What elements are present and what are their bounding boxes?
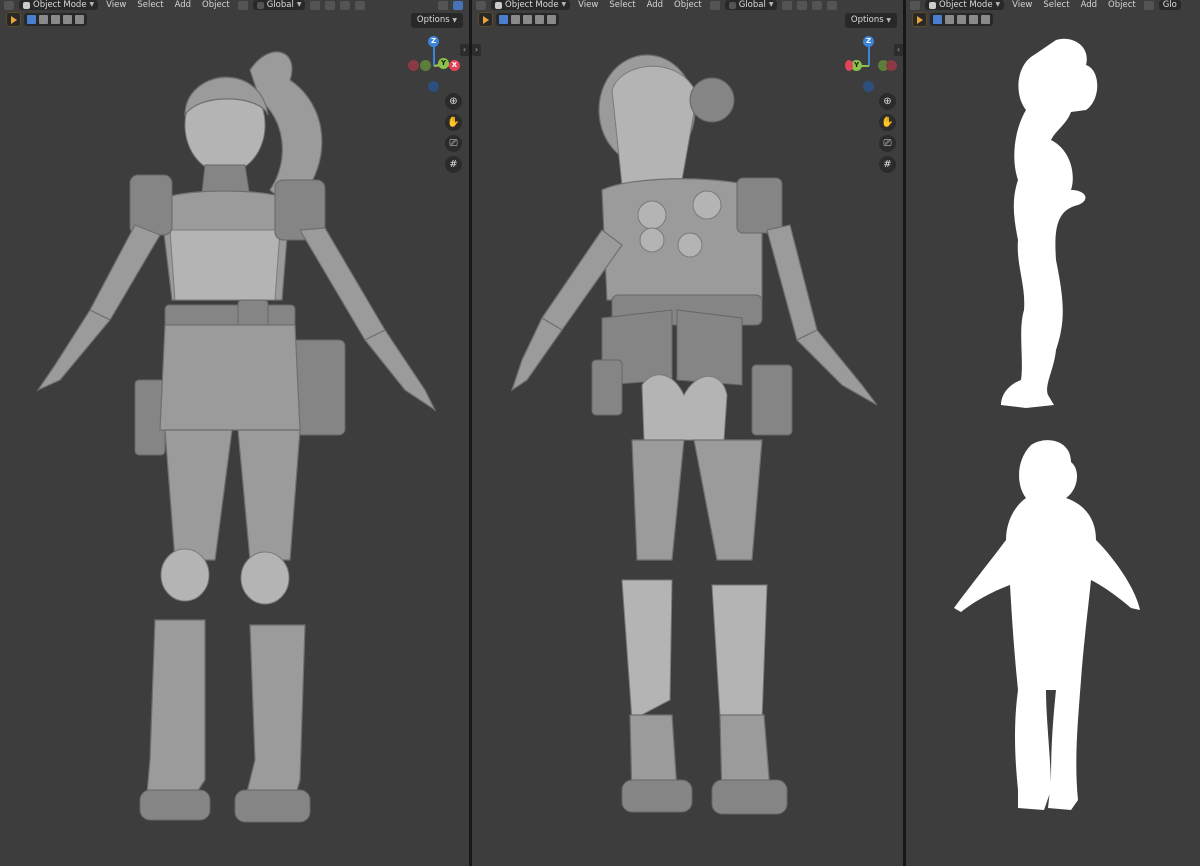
- silhouette-front: [954, 440, 1140, 810]
- viewport-silhouette[interactable]: Object Mode ▼ View Select Add Object Glo: [906, 0, 1200, 866]
- character-model-back[interactable]: [472, 0, 903, 866]
- character-model-front[interactable]: [0, 0, 469, 866]
- viewport-front[interactable]: Object Mode ▼ View Select Add Object Glo…: [0, 0, 469, 866]
- viewport-back[interactable]: Object Mode ▼ View Select Add Object Glo…: [472, 0, 903, 866]
- sidebar-toggle-icon[interactable]: ‹: [460, 44, 469, 56]
- sidebar-toggle-icon[interactable]: ‹: [894, 44, 903, 56]
- toolbar-toggle-icon[interactable]: ›: [472, 44, 481, 56]
